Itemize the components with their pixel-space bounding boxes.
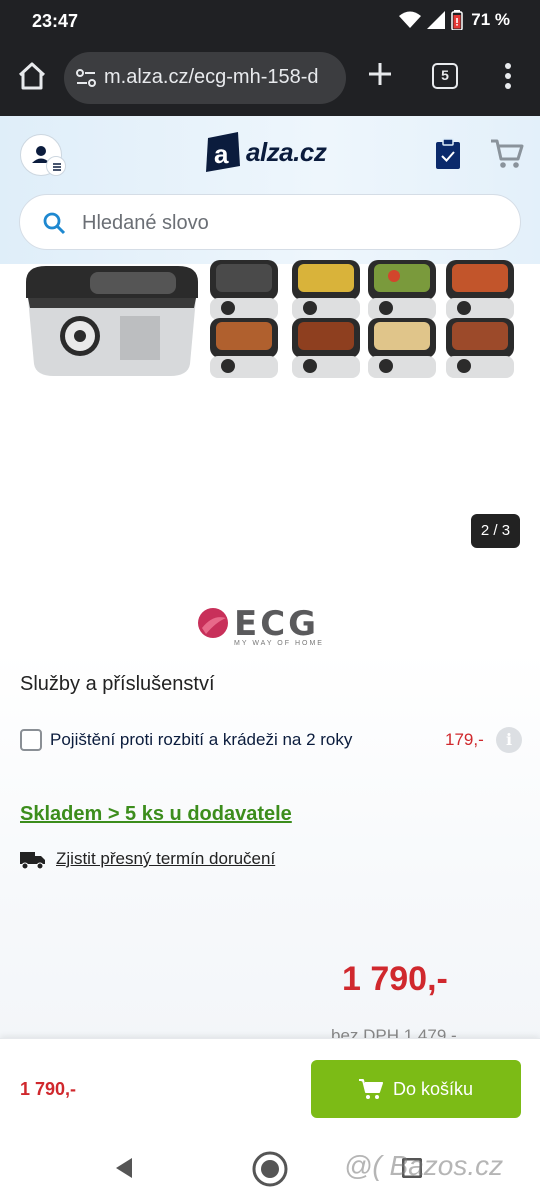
cart-icon: [358, 1079, 383, 1099]
insurance-label[interactable]: Pojištění proti rozbití a krádeži na 2 r…: [50, 730, 352, 750]
svg-text:a: a: [214, 139, 229, 169]
info-icon[interactable]: i: [496, 727, 522, 753]
add-to-cart-button[interactable]: Do košíku: [311, 1060, 521, 1118]
signal-icon: [427, 11, 446, 29]
product-gallery[interactable]: 2 / 3: [0, 260, 540, 564]
services-title: Služby a příslušenství: [20, 673, 215, 695]
insurance-option[interactable]: Pojištění proti rozbití a krádeži na 2 r…: [20, 726, 522, 756]
gallery-counter: 2 / 3: [471, 514, 520, 548]
more-menu-icon[interactable]: [498, 58, 518, 94]
multicooker-image[interactable]: [20, 264, 202, 380]
brand-logo[interactable]: ECG MY WAY OF HOME: [196, 604, 346, 650]
alza-logo-text: alza.cz: [246, 136, 327, 167]
thumbnail-image: [368, 260, 436, 320]
battery-icon: [451, 10, 463, 30]
status-icons: 71 %: [399, 10, 510, 30]
stock-availability-link[interactable]: Skladem > 5 ks u dodavatele: [20, 803, 292, 826]
thumbnail-image: [446, 260, 514, 320]
thumbnail-image: [446, 318, 514, 378]
brand-name: ECG: [234, 604, 320, 644]
thumbnail-image: [368, 318, 436, 378]
new-tab-icon[interactable]: [364, 58, 396, 90]
insurance-checkbox[interactable]: [20, 729, 42, 751]
search-input[interactable]: [82, 205, 482, 241]
sticky-price: 1 790,-: [20, 1079, 77, 1099]
status-bar: 23:47 71 %: [0, 0, 540, 42]
thumbnail-image: [292, 318, 360, 378]
url-text: m.alza.cz/ecg-mh-158-d: [104, 66, 319, 88]
alza-logo[interactable]: a alza.cz: [204, 132, 327, 172]
home-circle-icon[interactable]: [251, 1150, 289, 1188]
hamburger-icon: [53, 163, 61, 171]
clipboard-check-icon[interactable]: [434, 138, 462, 170]
address-bar[interactable]: m.alza.cz/ecg-mh-158-d: [64, 52, 346, 104]
watermark: @( Bazos.cz: [344, 1150, 504, 1181]
product-price: 1 790,-: [342, 960, 448, 998]
thumbnail-image: [292, 260, 360, 320]
back-icon[interactable]: [112, 1156, 136, 1180]
system-nav-bar: @( Bazos.cz: [0, 1136, 540, 1200]
thumbnail-image: [210, 260, 278, 320]
home-icon[interactable]: [14, 58, 50, 94]
content-background: [0, 650, 540, 1040]
cart-icon[interactable]: [490, 138, 524, 170]
tab-switcher-button[interactable]: 5: [432, 63, 458, 89]
sticky-buy-bar: 1 790,- Do košíku: [0, 1038, 540, 1136]
truck-icon: [20, 852, 45, 870]
browser-toolbar: m.alza.cz/ecg-mh-158-d 5: [0, 42, 540, 116]
alza-logo-mark: a: [206, 132, 240, 172]
user-menu-badge[interactable]: [46, 156, 66, 176]
add-to-cart-label: Do košíku: [392, 1078, 474, 1099]
battery-percent: 71 %: [471, 10, 510, 29]
insurance-price: 179,-: [445, 730, 484, 749]
delivery-date-link[interactable]: Zjistit přesný termín doručení: [56, 849, 275, 869]
wifi-icon: [399, 11, 422, 28]
search-icon[interactable]: [42, 211, 66, 235]
search-bar[interactable]: [19, 194, 521, 250]
brand-tagline: MY WAY OF HOME: [234, 640, 324, 647]
site-header: a alza.cz: [0, 116, 540, 264]
ecg-logo-mark: [198, 608, 228, 638]
thumbnail-image: [210, 318, 278, 378]
status-time: 23:47: [32, 11, 79, 31]
site-settings-icon[interactable]: [74, 66, 98, 90]
